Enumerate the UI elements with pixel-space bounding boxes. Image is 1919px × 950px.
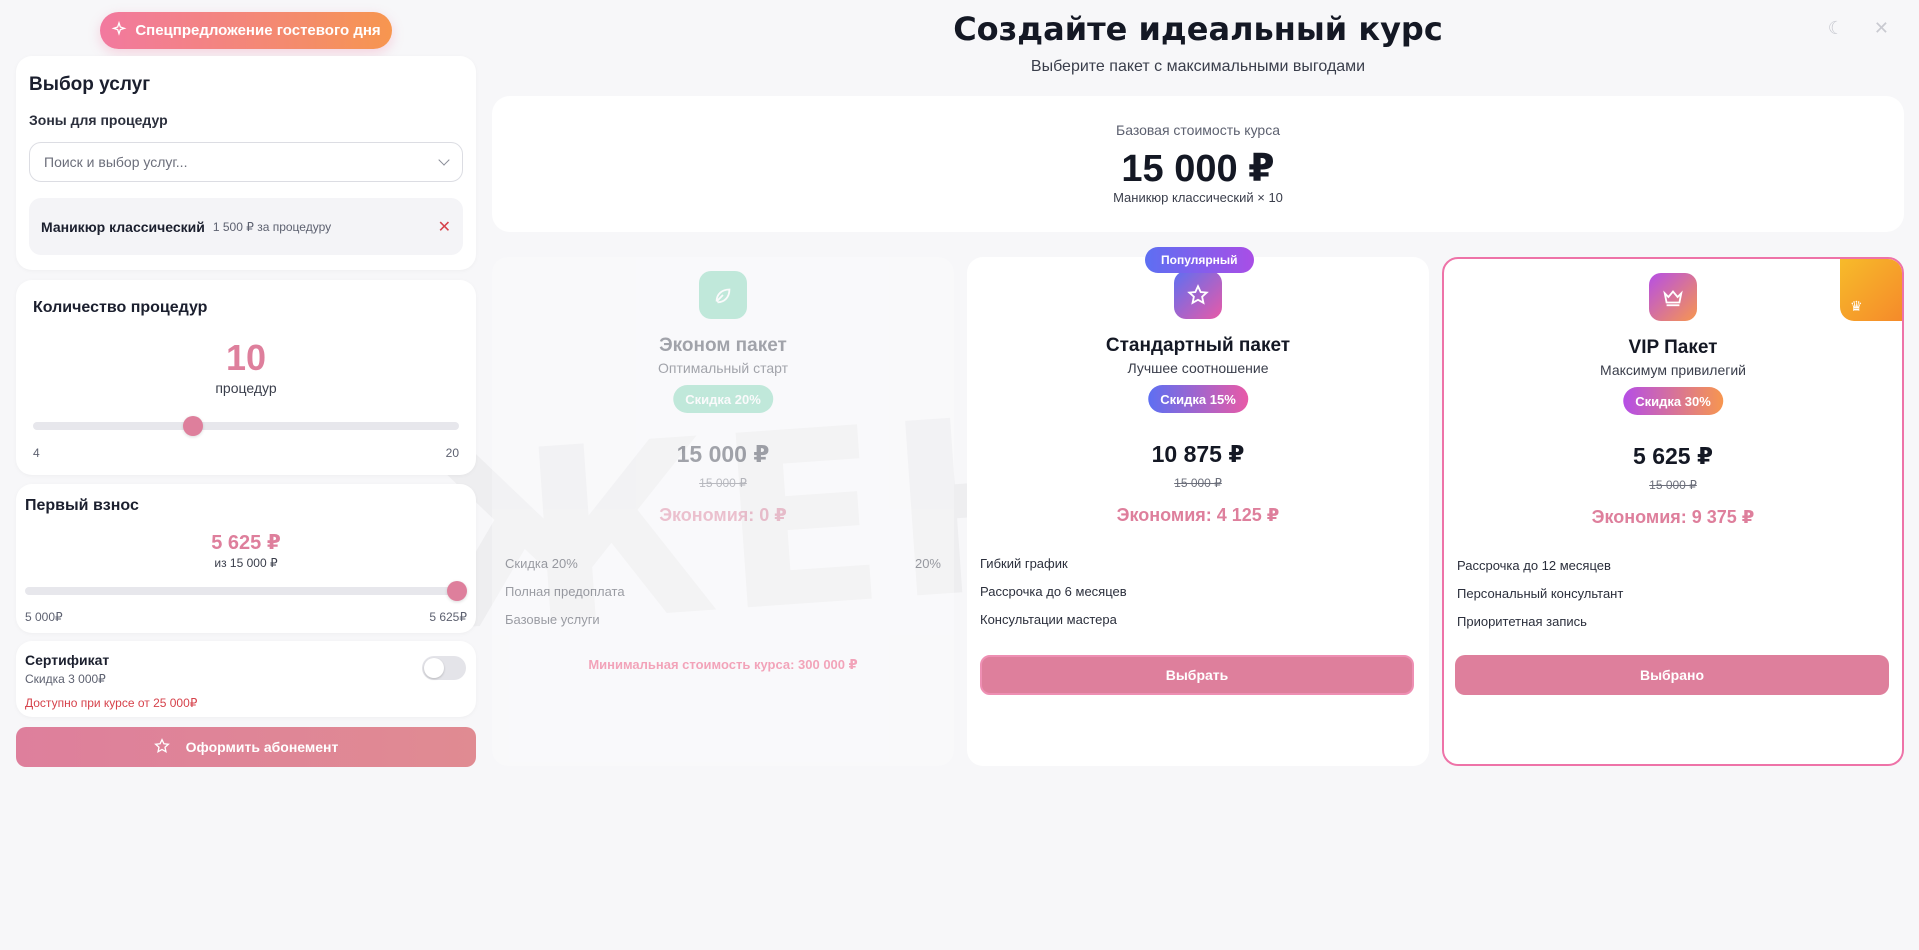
close-icon[interactable]: ✕: [1874, 18, 1889, 39]
quantity-title: Количество процедур: [33, 299, 208, 316]
first-payment-max: 5 625₽: [429, 610, 467, 624]
feature-item: Базовые услуги: [505, 612, 600, 627]
package-tagline: Лучшее соотношение: [1127, 360, 1269, 376]
certificate-discount: Скидка 3 000₽: [25, 672, 106, 686]
service-search-select[interactable]: Поиск и выбор услуг...: [29, 142, 463, 182]
feature-item: Полная предоплата: [505, 584, 625, 599]
package-economy: Экономия: 0 ₽: [659, 505, 787, 525]
selected-service-item: Маникюр классический 1 500 ₽ за процедур…: [29, 198, 463, 255]
certificate-toggle[interactable]: [422, 656, 466, 680]
feature-list: Скидка 20% 20% Полная предоплата Базовые …: [505, 556, 941, 640]
select-package-button[interactable]: Выбрать: [980, 655, 1414, 695]
services-title: Выбор услуг: [29, 74, 151, 95]
quantity-card: Количество процедур 10 процедур 4 20: [16, 280, 476, 475]
package-old-price: 15 000 ₽: [1174, 476, 1222, 490]
quantity-slider-thumb[interactable]: [182, 416, 203, 436]
package-name: Стандартный пакет: [1105, 335, 1291, 356]
quantity-max: 20: [445, 446, 459, 460]
first-payment-slider-thumb[interactable]: [447, 581, 467, 601]
feature-list: Рассрочка до 12 месяцев Персональный кон…: [1457, 558, 1889, 642]
package-economy: Экономия: 4 125 ₽: [1116, 505, 1280, 525]
subscribe-label: Оформить абонемент: [185, 739, 339, 755]
page-title: Создайте идеальный курс: [953, 10, 1443, 48]
minimum-cost-note: Минимальная стоимость курса: 300 000 ₽: [588, 657, 858, 672]
package-econom: Эконом пакет Оптимальный старт Скидка 20…: [492, 257, 954, 766]
first-payment-card: Первый взнос 5 625 ₽ из 15 000 ₽ 5 000₽ …: [16, 484, 476, 633]
first-payment-min: 5 000₽: [25, 610, 63, 624]
feature-item: Приоритетная запись: [1457, 614, 1587, 629]
discount-badge: Скидка 30%: [1623, 387, 1723, 415]
package-old-price: 15 000 ₽: [1649, 478, 1697, 492]
selected-service-price: 1 500 ₽ за процедуру: [212, 219, 332, 234]
feature-item: Консультации мастера: [980, 612, 1117, 627]
services-card: Выбор услуг Зоны для процедур Поиск и вы…: [16, 56, 476, 270]
package-price: 5 625 ₽: [1633, 443, 1713, 469]
base-price-value: 15 000 ₽: [1121, 148, 1275, 190]
quantity-value: 10: [225, 337, 267, 378]
selected-package-button[interactable]: Выбрано: [1455, 655, 1889, 695]
certificate-card: Сертификат Скидка 3 000₽ Доступно при ку…: [16, 641, 476, 717]
package-standard[interactable]: Стандартный пакет Лучшее соотношение Ски…: [967, 257, 1429, 766]
package-vip[interactable]: ♛ VIP Пакет Максимум привилегий Скидка 3…: [1442, 257, 1904, 766]
discount-badge: Скидка 15%: [1148, 385, 1248, 413]
feature-item: Гибкий график: [980, 556, 1068, 571]
first-payment-total: из 15 000 ₽: [214, 556, 278, 570]
quantity-slider[interactable]: [33, 416, 459, 436]
star-icon: [153, 737, 170, 757]
quantity-min: 4: [33, 446, 40, 460]
package-price: 15 000 ₽: [676, 441, 770, 467]
selected-service-name: Маникюр классический: [41, 218, 205, 235]
close-icon[interactable]: ✕: [438, 217, 451, 237]
first-payment-title: Первый взнос: [25, 497, 139, 514]
subscribe-button[interactable]: Оформить абонемент: [16, 727, 476, 767]
certificate-title: Сертификат: [25, 652, 110, 668]
feature-list: Гибкий график Рассрочка до 6 месяцев Кон…: [980, 556, 1416, 640]
star-icon: [1174, 271, 1222, 319]
feature-item: Рассрочка до 6 месяцев: [980, 584, 1127, 599]
base-price-label: Базовая стоимость курса: [1116, 122, 1280, 138]
discount-badge: Скидка 20%: [673, 385, 773, 413]
popular-badge: Популярный: [1145, 247, 1254, 273]
certificate-warning: Доступно при курсе от 25 000₽: [25, 696, 198, 710]
package-name: VIP Пакет: [1628, 337, 1718, 358]
sparkles-icon: [111, 20, 127, 41]
first-payment-amount: 5 625 ₽: [211, 532, 281, 554]
feature-item: Скидка 20% 20%: [505, 556, 941, 571]
moon-icon[interactable]: ☾: [1828, 18, 1844, 39]
crown-icon: [1649, 273, 1697, 321]
zones-label: Зоны для процедур: [29, 112, 168, 128]
package-tagline: Максимум привилегий: [1600, 362, 1746, 378]
package-price: 10 875 ₽: [1151, 441, 1245, 467]
special-offer-label: Спецпредложение гостевого дня: [135, 22, 381, 39]
leaf-icon: [699, 271, 747, 319]
toggle-knob: [424, 658, 444, 678]
crown-icon: ♛: [1840, 259, 1902, 321]
special-offer-button[interactable]: Спецпредложение гостевого дня: [100, 12, 392, 49]
search-placeholder: Поиск и выбор услуг...: [44, 154, 188, 170]
package-tagline: Оптимальный старт: [657, 360, 788, 376]
page-subtitle: Выберите пакет с максимальными выгодами: [1030, 58, 1366, 75]
base-price-desc: Маникюр классический × 10: [1113, 190, 1283, 205]
base-price-card: Базовая стоимость курса 15 000 ₽ Маникюр…: [492, 96, 1904, 232]
feature-item: Рассрочка до 12 месяцев: [1457, 558, 1611, 573]
top-controls: ☾ ✕: [1828, 18, 1889, 39]
chevron-down-icon: [438, 154, 450, 166]
package-old-price: 15 000 ₽: [699, 476, 747, 490]
package-economy: Экономия: 9 375 ₽: [1591, 507, 1755, 527]
quantity-unit: процедур: [215, 380, 277, 396]
first-payment-slider[interactable]: [25, 581, 467, 601]
package-name: Эконом пакет: [659, 335, 787, 356]
feature-item: Персональный консультант: [1457, 586, 1624, 601]
